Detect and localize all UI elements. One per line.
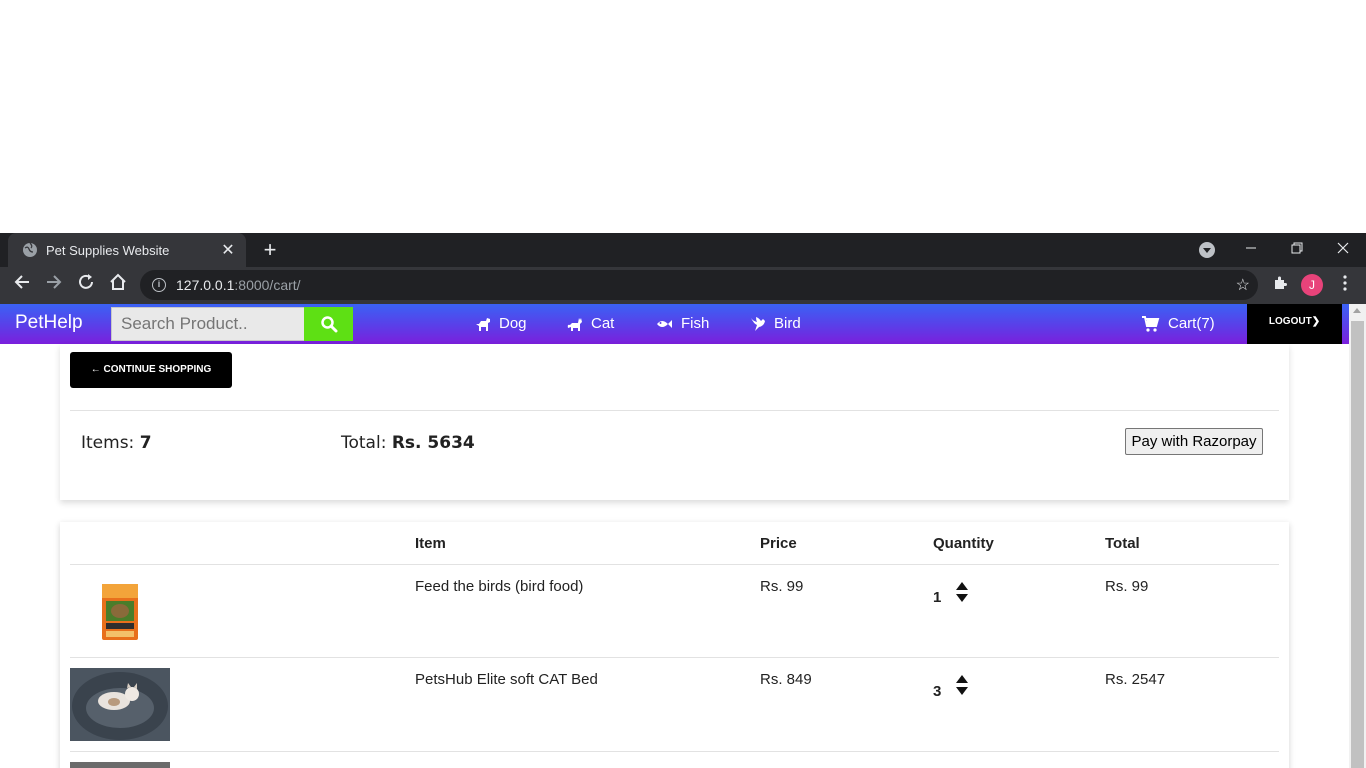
fish-icon [657,319,672,328]
tab-search-icon[interactable] [1199,242,1215,258]
column-header-quantity: Quantity [933,535,994,552]
new-tab-button[interactable]: + [259,239,281,261]
browser-toolbar: i 127.0.0.1:8000/cart/ ☆ J [0,267,1366,304]
profile-avatar[interactable]: J [1301,274,1323,296]
nav-link-label: Fish [681,315,710,332]
reload-icon[interactable] [74,273,98,297]
restore-icon[interactable] [1285,238,1309,262]
item-name[interactable]: Feed the birds (bird food) [415,578,583,595]
divider [70,410,1279,411]
pay-with-razorpay-button[interactable]: Pay with Razorpay [1125,428,1263,455]
item-quantity: 1 [933,589,942,606]
item-price: Rs. 849 [760,671,812,688]
home-icon[interactable] [106,273,130,297]
bird-food-box-image [102,584,138,640]
nav-link-bird[interactable]: Bird [750,315,801,332]
quantity-arrows [956,675,968,695]
cat-bed-image [70,668,170,741]
nav-link-label: Bird [774,315,801,332]
url-host: 127.0.0.1 [176,277,235,293]
scrollbar-thumb[interactable] [1351,321,1364,768]
search-input[interactable] [111,307,305,341]
page-scrollbar[interactable] [1349,304,1366,768]
page-viewport: PetHelp Dog Cat Fish Bird Cart(7) LOGOUT… [0,304,1366,768]
item-thumbnail [70,762,170,768]
column-header-item: Item [415,535,446,552]
header-divider [70,564,1279,565]
browser-tab[interactable]: Pet Supplies Website ✕ [8,233,246,267]
increase-quantity-icon[interactable] [956,582,968,590]
forward-icon[interactable] [42,273,66,297]
decrease-quantity-icon[interactable] [956,687,968,695]
total-value: Rs. 5634 [391,433,475,453]
blank-area [0,0,1366,233]
cart-link[interactable]: Cart(7) [1142,315,1215,332]
item-name[interactable]: PetsHub Elite soft CAT Bed [415,671,598,688]
extensions-icon[interactable] [1268,273,1292,297]
tab-close-icon[interactable]: ✕ [220,240,236,260]
cart-items-table: Item Price Quantity Total Feed the birds… [60,522,1289,768]
item-price: Rs. 99 [760,578,804,595]
increase-quantity-icon[interactable] [956,675,968,683]
cat-icon [567,317,582,331]
items-label: Items: [81,433,135,453]
dog-icon [476,317,490,331]
nav-link-fish[interactable]: Fish [655,315,709,332]
browser-tab-strip: Pet Supplies Website ✕ + [0,233,1366,267]
tab-title: Pet Supplies Website [46,242,170,258]
address-bar[interactable]: i 127.0.0.1:8000/cart/ ☆ [140,270,1258,300]
logout-button[interactable]: LOGOUT❯ [1247,304,1342,344]
column-header-price: Price [760,535,797,552]
site-info-icon[interactable]: i [152,278,166,292]
nav-link-dog[interactable]: Dog [475,315,527,332]
brand-logo[interactable]: PetHelp [15,312,83,334]
row-divider [70,657,1279,658]
item-quantity: 3 [933,683,942,700]
item-total: Rs. 99 [1105,578,1149,595]
nav-link-label: Dog [499,315,527,332]
items-count: Items: 7 [81,433,152,453]
site-navbar: PetHelp Dog Cat Fish Bird Cart(7) LOGOUT… [0,304,1349,344]
item-total: Rs. 2547 [1105,671,1166,688]
bird-icon [751,316,765,331]
quantity-arrows [956,582,968,602]
bookmark-star-icon[interactable]: ☆ [1236,275,1250,295]
cart-label: Cart(7) [1168,315,1215,332]
column-header-total: Total [1105,535,1140,552]
nav-link-cat[interactable]: Cat [567,315,614,332]
decrease-quantity-icon[interactable] [956,594,968,602]
items-value: 7 [139,433,152,453]
continue-shopping-button[interactable]: ← CONTINUE SHOPPING [70,352,232,388]
close-window-icon[interactable] [1331,238,1355,262]
nav-link-label: Cat [591,315,615,332]
browser-menu-icon[interactable] [1333,273,1357,297]
row-divider [70,751,1279,752]
back-icon[interactable] [10,273,34,297]
url-path: :8000/cart/ [234,277,301,293]
total-label: Total: [341,433,387,453]
globe-icon [23,242,37,257]
cart-summary-card: ← CONTINUE SHOPPING Items: 7 Total: Rs. … [60,344,1289,500]
search-button[interactable] [304,307,353,341]
cart-icon [1142,315,1160,332]
scroll-up-icon[interactable] [1353,308,1361,313]
minimize-icon[interactable] [1239,238,1263,262]
cart-total: Total: Rs. 5634 [341,433,475,453]
search-icon [320,316,337,333]
